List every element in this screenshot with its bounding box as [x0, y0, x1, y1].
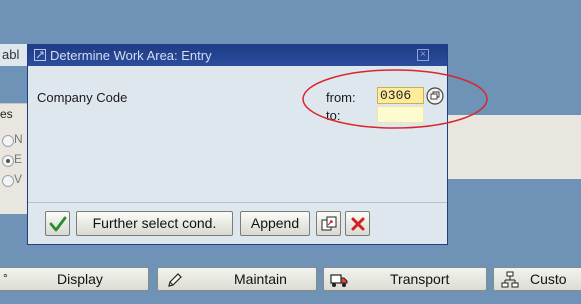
background-radio-3 — [2, 175, 14, 187]
execute-button[interactable] — [45, 211, 70, 236]
dialog-title-bar[interactable]: Determine Work Area: Entry × — [28, 45, 447, 66]
display-label: Display — [57, 271, 103, 287]
background-panel-label: es — [0, 107, 13, 121]
dialog-title: Determine Work Area: Entry — [50, 48, 212, 63]
pencil-icon — [168, 273, 182, 287]
further-select-cond-button[interactable]: Further select cond. — [76, 211, 233, 236]
customizing-button[interactable]: Custo — [493, 267, 581, 291]
truck-icon — [330, 274, 348, 287]
display-button[interactable]: Display ° — [0, 267, 149, 291]
transport-button[interactable]: Transport — [323, 267, 487, 291]
background-radio-2 — [2, 155, 14, 167]
maintain-label: Maintain — [234, 271, 287, 287]
cancel-icon — [351, 217, 365, 231]
company-code-label: Company Code — [37, 90, 128, 105]
cancel-button[interactable] — [345, 211, 370, 236]
close-icon[interactable]: × — [417, 49, 429, 61]
determine-work-area-dialog: Determine Work Area: Entry × Company Cod… — [27, 44, 448, 245]
display-icon: ° — [3, 271, 8, 285]
copy-button[interactable] — [316, 211, 341, 236]
transport-label: Transport — [390, 271, 450, 287]
maintain-button[interactable]: Maintain — [157, 267, 317, 291]
background-radio-1 — [2, 135, 14, 147]
background-radio-label-3: V — [14, 172, 23, 186]
customizing-label: Custo — [530, 271, 567, 287]
append-button[interactable]: Append — [240, 211, 310, 236]
background-radio-label-1: N — [14, 132, 23, 146]
to-label: to: — [326, 108, 341, 123]
background-tab-fragment: abl — [0, 44, 30, 66]
multiple-selection-icon[interactable] — [426, 87, 444, 105]
background-radio-label-2: E — [14, 152, 23, 166]
window-icon — [34, 49, 46, 61]
company-code-to-input[interactable] — [377, 106, 424, 123]
background-right-panel — [448, 115, 581, 179]
copy-icon — [321, 216, 337, 231]
company-code-from-input[interactable]: 0306 — [377, 87, 424, 104]
hierarchy-icon — [501, 271, 519, 288]
check-icon — [49, 216, 67, 232]
from-label: from: — [326, 90, 356, 105]
